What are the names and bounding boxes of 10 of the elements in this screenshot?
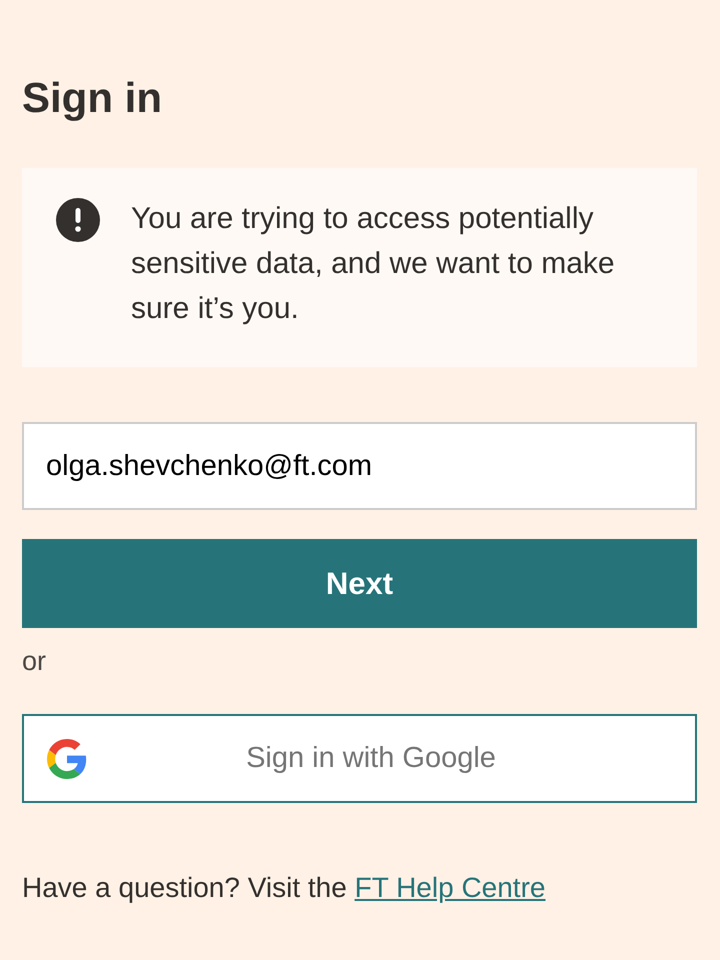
email-input-field[interactable]: olga.shevchenko@ft.com bbox=[22, 422, 697, 510]
exclamation-icon bbox=[56, 198, 100, 242]
google-sign-in-button[interactable]: Sign in with Google bbox=[22, 714, 697, 803]
page-title: Sign in bbox=[22, 73, 162, 123]
alert-message: You are trying to access potentially sensitive data, and we want to make sure it’s you. bbox=[131, 201, 616, 327]
help-text: Have a question? Visit the FT Help Centre bbox=[22, 871, 546, 905]
separator-text: or bbox=[22, 645, 46, 678]
next-button[interactable]: Next bbox=[22, 539, 697, 628]
help-centre-link[interactable]: FT Help Centre bbox=[354, 872, 546, 903]
google-logo-icon bbox=[47, 738, 87, 778]
